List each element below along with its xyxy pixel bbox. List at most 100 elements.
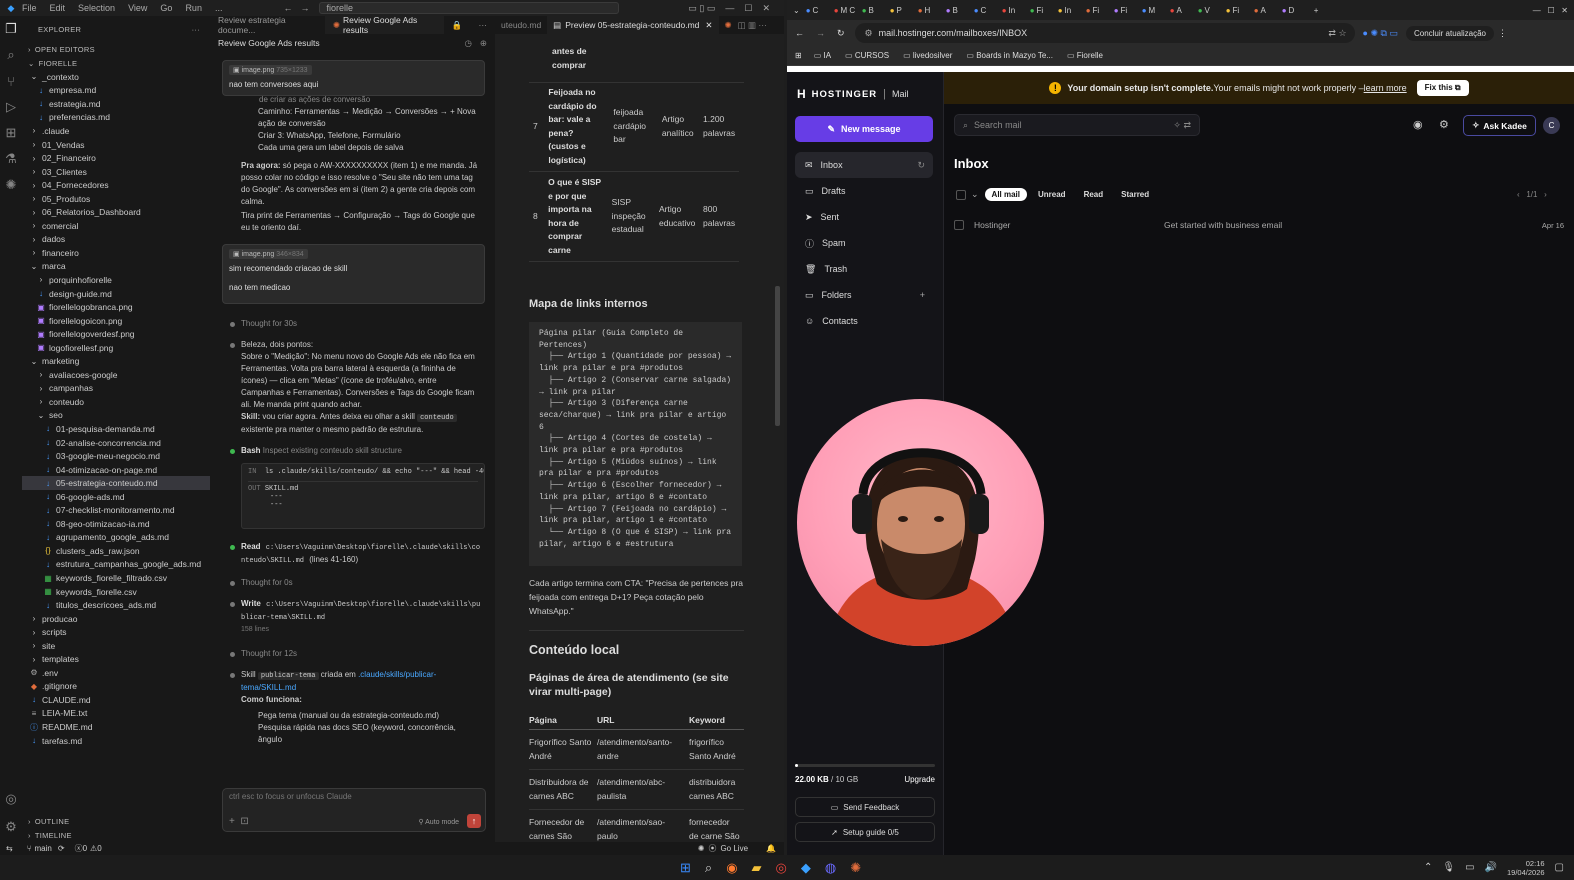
tree-file[interactable]: ⓘ README.md bbox=[22, 720, 210, 734]
nav-item-sent[interactable]: ➤ Sent bbox=[795, 204, 933, 230]
volume-icon[interactable]: 🔊 bbox=[1485, 862, 1497, 873]
browser-tab[interactable]: ● A bbox=[1254, 0, 1282, 20]
browser-tab[interactable]: ● V bbox=[1198, 0, 1226, 20]
clock[interactable]: 02:16 19/04/2026 bbox=[1507, 859, 1545, 877]
next-icon[interactable]: › bbox=[1544, 190, 1547, 199]
browser-tab[interactable]: ● B bbox=[862, 0, 890, 20]
email-row[interactable]: Hostinger Get started with business emai… bbox=[954, 215, 1564, 235]
browser-tab[interactable]: ● In bbox=[1002, 0, 1030, 20]
manage-gear-icon[interactable]: ⚙ bbox=[0, 814, 22, 840]
nav-item-contacts[interactable]: ☺ Contacts bbox=[795, 308, 933, 334]
tree-folder[interactable]: › 06_Relatorios_Dashboard bbox=[22, 205, 210, 219]
tab-preview[interactable]: ▤ Preview 05-estrategia-conteudo.md ✕ bbox=[547, 16, 719, 34]
browser-tab[interactable]: ● C bbox=[974, 0, 1002, 20]
tree-folder[interactable]: › 05_Produtos bbox=[22, 192, 210, 206]
tree-file[interactable]: ↓ titulos_descricoes_ads.md bbox=[22, 598, 210, 612]
warning-count[interactable]: 0 bbox=[97, 844, 101, 853]
vscode-app-icon[interactable]: ◆ bbox=[801, 860, 811, 876]
explorer-icon[interactable]: ❐ bbox=[0, 16, 22, 42]
tree-folder[interactable]: › dados bbox=[22, 233, 210, 247]
claude-icon[interactable]: ✺ bbox=[0, 172, 22, 198]
translate-star-icon[interactable]: ⇄ ☆ bbox=[1328, 28, 1346, 39]
menu-item[interactable]: Selection bbox=[78, 3, 115, 13]
auto-mode-toggle[interactable]: ⚲ Auto mode bbox=[418, 818, 459, 826]
run-debug-icon[interactable]: ▷ bbox=[0, 94, 22, 120]
error-count[interactable]: 0 bbox=[83, 844, 87, 853]
select-all-checkbox[interactable] bbox=[956, 189, 966, 200]
bookmark-item[interactable]: ▭ Boards in Mazyo Te... bbox=[966, 51, 1053, 60]
extension-icon[interactable]: ● ✺ ⧉ ▭ bbox=[1363, 28, 1398, 39]
claude-status-icon[interactable]: ✺ bbox=[698, 844, 705, 853]
forward-icon[interactable]: → bbox=[816, 28, 825, 38]
window-controls[interactable]: ▭ ▯ ▭ — ☐ ✕ bbox=[688, 3, 770, 14]
setup-guide-button[interactable]: ➚ Setup guide 0/5 bbox=[795, 822, 935, 842]
read-tool-block[interactable]: Read c:\Users\Vaguinm\Desktop\fiorelle\.… bbox=[210, 541, 495, 567]
tree-file[interactable]: ↓ 02-analise-concorrencia.md bbox=[22, 436, 210, 450]
browser-tab[interactable]: ● Fi bbox=[1226, 0, 1254, 20]
tray-chevron-icon[interactable]: ⌃ bbox=[1424, 862, 1432, 873]
tree-folder[interactable]: › site bbox=[22, 639, 210, 653]
tree-folder[interactable]: › producao bbox=[22, 612, 210, 626]
send-button[interactable]: ↑ bbox=[467, 814, 481, 828]
tree-file[interactable]: ↓ CLAUDE.md bbox=[22, 693, 210, 707]
browser-tab[interactable]: ● M C bbox=[834, 0, 862, 20]
browser-app-icon[interactable]: ◉ bbox=[726, 860, 737, 876]
tree-file[interactable]: ↓ 06-google-ads.md bbox=[22, 490, 210, 504]
back-icon[interactable]: ← bbox=[795, 28, 804, 38]
file-explorer-icon[interactable]: ▰ bbox=[752, 860, 762, 876]
reload-icon[interactable]: ↻ bbox=[837, 28, 845, 39]
menu-item[interactable]: ... bbox=[215, 3, 223, 13]
discord-icon[interactable]: ◍ bbox=[825, 860, 836, 876]
tree-folder[interactable]: › campanhas bbox=[22, 382, 210, 396]
tree-folder[interactable]: › conteudo bbox=[22, 395, 210, 409]
tree-file[interactable]: ↓ 04-otimizacao-on-page.md bbox=[22, 463, 210, 477]
bash-tool-block[interactable]: Bash Inspect existing conteudo skill str… bbox=[210, 445, 495, 529]
filter-icon[interactable]: ✧ ⇄ bbox=[1173, 120, 1191, 131]
project-section[interactable]: ⌄ FIORELLE bbox=[22, 56, 210, 70]
nav-item-spam[interactable]: ⓘ Spam bbox=[795, 230, 933, 256]
nav-item-folders[interactable]: ▭ Folders + bbox=[795, 282, 933, 308]
write-tool-block[interactable]: Write c:\Users\Vaguinm\Desktop\fiorelle\… bbox=[210, 598, 495, 636]
lock-icon[interactable]: 🔒 bbox=[444, 20, 471, 31]
tree-file[interactable]: ↓ 03-google-meu-negocio.md bbox=[22, 449, 210, 463]
tree-file[interactable]: ↓ 01-pesquisa-demanda.md bbox=[22, 422, 210, 436]
tree-folder[interactable]: › 02_Financeiro bbox=[22, 151, 210, 165]
search-icon[interactable]: ⌕ bbox=[0, 42, 22, 68]
tree-folder[interactable]: › avaliacoes-google bbox=[22, 368, 210, 382]
new-chat-icon[interactable]: ⊕ bbox=[480, 38, 487, 49]
claude-app-icon[interactable]: ✺ bbox=[850, 860, 861, 876]
mic-icon[interactable]: 🎙 bbox=[1442, 862, 1455, 873]
tree-folder[interactable]: › templates bbox=[22, 653, 210, 667]
tree-file[interactable]: ↓ estrutura_campanhas_google_ads.md bbox=[22, 558, 210, 572]
go-live-button[interactable]: Go Live bbox=[720, 844, 748, 853]
filter-all-mail[interactable]: All mail bbox=[984, 188, 1027, 201]
remote-icon[interactable]: ⇆ bbox=[6, 844, 13, 853]
source-control-icon[interactable]: ⑂ bbox=[0, 68, 22, 94]
menu-item[interactable]: Run bbox=[185, 3, 202, 13]
tree-file[interactable]: ↓ 05-estrategia-conteudo.md bbox=[22, 476, 210, 490]
tree-folder[interactable]: ⌄ _contexto bbox=[22, 70, 210, 84]
settings-icon[interactable]: ⚙ bbox=[1439, 118, 1449, 131]
network-icon[interactable]: ▭ bbox=[1465, 862, 1474, 873]
nav-item-drafts[interactable]: ▭ Drafts bbox=[795, 178, 933, 204]
tab-review-estrategia[interactable]: Review estrategia docume... bbox=[210, 16, 325, 35]
tree-file[interactable]: ▣ fiorellelogobranca.png bbox=[22, 300, 210, 314]
tab-more-icon[interactable]: ··· bbox=[471, 20, 496, 30]
add-context-icon[interactable]: + ⊡ bbox=[229, 816, 249, 827]
tree-folder[interactable]: › 03_Clientes bbox=[22, 165, 210, 179]
bookmark-item[interactable]: ▭ CURSOS bbox=[845, 51, 889, 60]
nav-forward-icon[interactable]: → bbox=[300, 3, 309, 13]
split-editor-icon[interactable]: ◫ ▥ ··· bbox=[738, 20, 767, 31]
tree-folder[interactable]: › comercial bbox=[22, 219, 210, 233]
tree-folder[interactable]: ⌄ marca bbox=[22, 260, 210, 274]
browser-menu-icon[interactable]: ⋮ bbox=[1498, 28, 1507, 39]
tree-folder[interactable]: › .claude bbox=[22, 124, 210, 138]
tree-folder[interactable]: › scripts bbox=[22, 625, 210, 639]
browser-tab[interactable]: ● A bbox=[1170, 0, 1198, 20]
tree-folder[interactable]: › 04_Fornecedores bbox=[22, 178, 210, 192]
filter-starred[interactable]: Starred bbox=[1114, 188, 1156, 201]
nav-item-trash[interactable]: 🗑 Trash bbox=[795, 256, 933, 282]
browser-tab[interactable]: ● P bbox=[890, 0, 918, 20]
thought-row[interactable]: Thought for 0s bbox=[210, 577, 495, 589]
tree-file[interactable]: ⚙ .env bbox=[22, 666, 210, 680]
